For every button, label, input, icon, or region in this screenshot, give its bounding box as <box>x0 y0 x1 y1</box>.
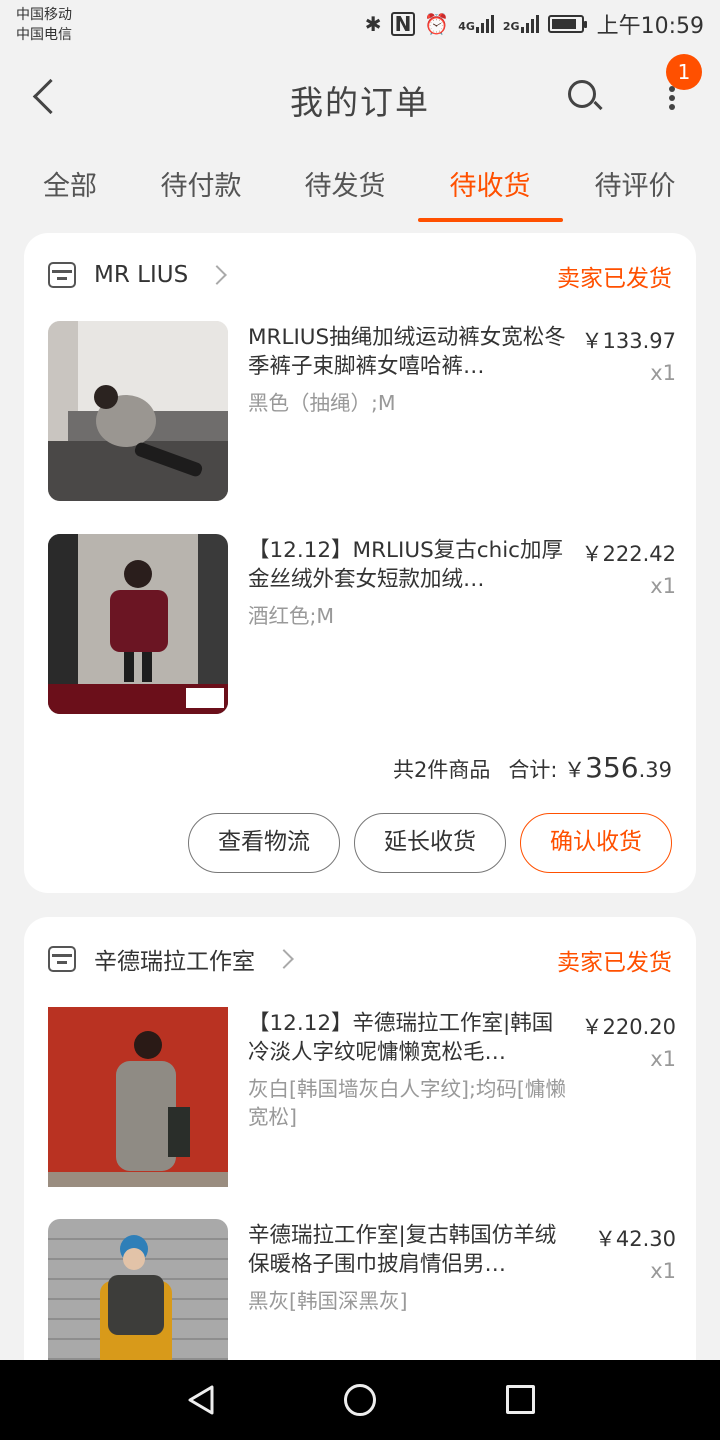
product-quantity: x1 <box>650 361 676 385</box>
signal-4g-icon: 4G <box>458 15 494 33</box>
clock: 上午10:59 <box>596 14 704 39</box>
nav-back-icon[interactable] <box>186 1384 218 1416</box>
system-nav-bar <box>0 1360 720 1440</box>
chevron-right-icon <box>274 949 294 969</box>
total-label: 合计: ￥ <box>508 758 586 782</box>
view-logistics-button[interactable]: 查看物流 <box>188 813 340 873</box>
tab-pending-receipt[interactable]: 待收货 <box>445 164 535 203</box>
order-card: 辛德瑞拉工作室 卖家已发货 【12.12】辛德瑞拉工作室|韩国冷淡人字纹呢慵懒宽… <box>24 917 696 1437</box>
order-status: 卖家已发货 <box>557 950 672 976</box>
notification-badge: 1 <box>666 54 702 90</box>
product-image <box>48 1007 228 1187</box>
battery-icon <box>547 15 587 33</box>
shop-name: 辛德瑞拉工作室 <box>94 949 255 975</box>
alarm-icon: ⏰ <box>424 12 450 36</box>
shop-icon <box>48 262 76 288</box>
page-title: 我的订单 <box>290 83 430 122</box>
shop-name: MR LIUS <box>94 262 189 288</box>
tab-all[interactable]: 全部 <box>40 164 100 203</box>
shop-link[interactable]: 辛德瑞拉工作室 <box>48 941 294 977</box>
product-title: 【12.12】辛德瑞拉工作室|韩国冷淡人字纹呢慵懒宽松毛… <box>248 1011 554 1065</box>
bluetooth-icon: ✱ <box>364 12 382 36</box>
product-quantity: x1 <box>650 1259 676 1283</box>
order-status: 卖家已发货 <box>557 266 672 292</box>
confirm-receipt-button[interactable]: 确认收货 <box>520 813 672 873</box>
order-item[interactable]: 【12.12】辛德瑞拉工作室|韩国冷淡人字纹呢慵懒宽松毛… 灰白[韩国墙灰白人字… <box>48 1007 676 1187</box>
carrier-2: 中国电信 <box>16 27 72 43</box>
shop-link[interactable]: MR LIUS <box>48 257 228 293</box>
product-price: ￥220.20 <box>581 1015 676 1039</box>
order-item[interactable]: MRLIUS抽绳加绒运动裤女宽松冬季裤子束脚裤女嘻哈裤… 黑色（抽绳）;M ￥1… <box>48 321 676 501</box>
product-image <box>48 534 228 714</box>
order-card: MR LIUS 卖家已发货 MRLIUS抽绳加绒运动裤女宽松冬季裤子束脚裤女嘻哈… <box>24 233 696 893</box>
status-icons: ✱ N ⏰ 4G 2G 上午10:59 <box>365 8 704 40</box>
product-sku: 灰白[韩国墙灰白人字纹];均码[慵懒宽松] <box>248 1077 566 1129</box>
carrier-info: 中国移动 中国电信 <box>16 5 72 45</box>
total-decimal: .39 <box>638 758 672 782</box>
search-icon[interactable] <box>566 78 603 114</box>
app-header: 我的订单 <box>0 50 720 145</box>
product-price: ￥133.97 <box>581 329 676 353</box>
nav-recent-apps-icon[interactable] <box>506 1385 535 1414</box>
signal-2g-icon: 2G <box>503 15 539 33</box>
product-title: 【12.12】MRLIUS复古chic加厚金丝绒外套女短款加绒… <box>248 538 563 592</box>
product-quantity: x1 <box>650 574 676 598</box>
tab-pending-review[interactable]: 待评价 <box>590 164 680 203</box>
extend-receipt-button[interactable]: 延长收货 <box>354 813 506 873</box>
nav-home-icon[interactable] <box>344 1384 376 1416</box>
product-price: ￥42.30 <box>594 1227 676 1251</box>
tab-pending-payment[interactable]: 待付款 <box>156 164 246 203</box>
nfc-icon: N <box>390 12 416 36</box>
carrier-1: 中国移动 <box>16 7 72 23</box>
product-title: MRLIUS抽绳加绒运动裤女宽松冬季裤子束脚裤女嘻哈裤… <box>248 325 566 379</box>
product-title: 辛德瑞拉工作室|复古韩国仿羊绒保暖格子围巾披肩情侣男… <box>248 1223 557 1277</box>
order-total: 共2件商品 合计: ￥ 356 .39 <box>393 751 672 784</box>
tab-pending-shipment[interactable]: 待发货 <box>300 164 390 203</box>
chevron-right-icon <box>207 265 228 285</box>
total-integer: 356 <box>585 751 639 784</box>
active-tab-indicator <box>418 218 563 222</box>
item-count: 共2件商品 <box>393 758 491 782</box>
product-quantity: x1 <box>650 1047 676 1071</box>
order-tabs: 全部 待付款 待发货 待收货 待评价 <box>0 150 720 225</box>
product-sku: 酒红色;M <box>248 604 335 628</box>
product-price: ￥222.42 <box>581 542 676 566</box>
product-image <box>48 321 228 501</box>
status-bar: 中国移动 中国电信 ✱ N ⏰ 4G 2G 上午10:59 <box>0 0 720 50</box>
product-sku: 黑灰[韩国深黑灰] <box>248 1289 408 1313</box>
order-item[interactable]: 【12.12】MRLIUS复古chic加厚金丝绒外套女短款加绒… 酒红色;M ￥… <box>48 534 676 714</box>
product-sku: 黑色（抽绳）;M <box>248 391 396 415</box>
shop-icon <box>48 946 76 972</box>
